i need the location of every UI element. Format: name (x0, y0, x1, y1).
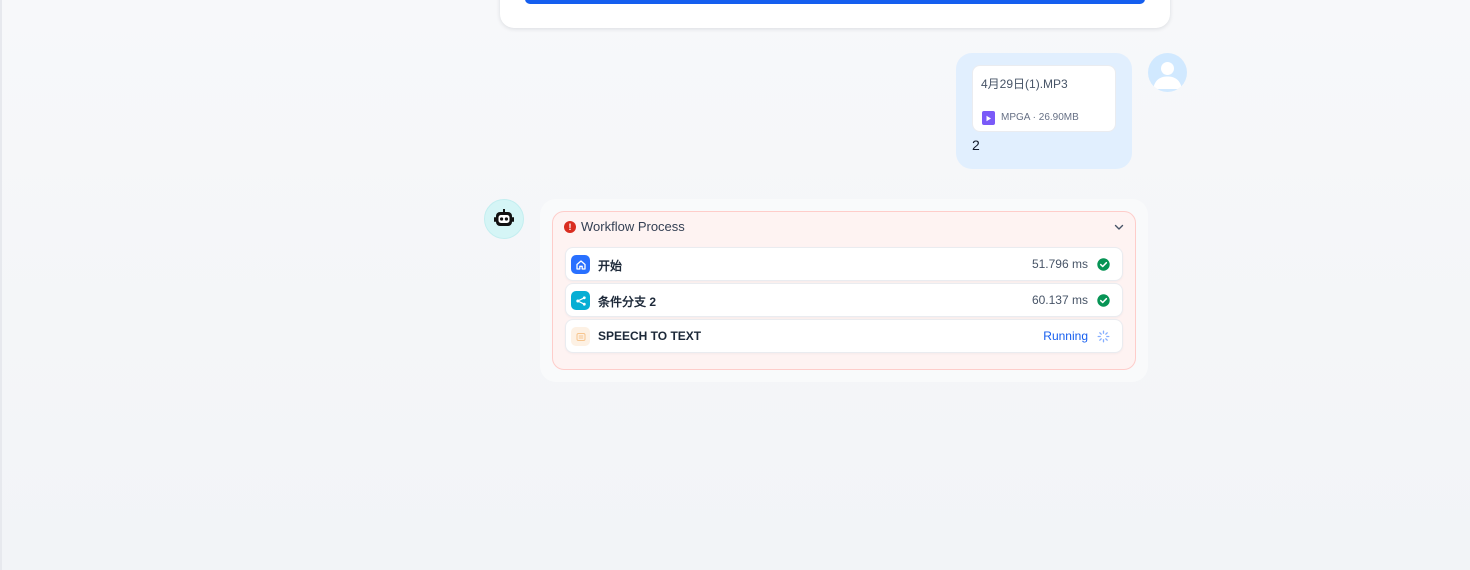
user-avatar (1148, 53, 1187, 92)
audio-file-icon (982, 111, 995, 125)
user-message-bubble: 4月29日(1).MP3 MPGA · 26.90MB 2 (956, 53, 1132, 169)
workflow-node-condition-branch[interactable]: 条件分支 2 60.137 ms (565, 283, 1123, 317)
file-meta: MPGA · 26.90MB (1001, 112, 1079, 123)
bot-message-card: ! Workflow Process 开始 51.796 ms 条件分支 2 6… (540, 199, 1148, 382)
error-icon: ! (564, 221, 576, 233)
bot-avatar (484, 199, 524, 239)
chevron-down-icon[interactable] (1113, 221, 1125, 233)
success-check-icon (1097, 258, 1110, 271)
workflow-header[interactable]: ! Workflow Process (553, 212, 1135, 242)
loading-spinner-icon (1097, 330, 1110, 343)
previous-answer-card (500, 0, 1170, 28)
branch-icon (571, 291, 590, 310)
robot-icon (494, 209, 514, 226)
success-check-icon (1097, 294, 1110, 307)
attached-file-card[interactable]: 4月29日(1).MP3 MPGA · 26.90MB (972, 65, 1116, 132)
node-title: 开始 (598, 259, 623, 273)
file-name: 4月29日(1).MP3 (981, 77, 1068, 91)
workflow-node-speech-to-text[interactable]: SPEECH TO TEXT Running (565, 319, 1123, 353)
workflow-process-panel: ! Workflow Process 开始 51.796 ms 条件分支 2 6… (552, 211, 1136, 370)
home-icon (571, 255, 590, 274)
user-message-text: 2 (972, 137, 980, 153)
workflow-node-start[interactable]: 开始 51.796 ms (565, 247, 1123, 281)
previous-answer-accent-bar (525, 0, 1145, 4)
workflow-title: Workflow Process (581, 219, 685, 234)
microphone-icon (571, 327, 590, 346)
node-elapsed-time: 51.796 ms (1031, 257, 1088, 271)
left-panel-edge (0, 0, 2, 570)
user-avatar-icon (1153, 62, 1182, 89)
node-title: 条件分支 2 (598, 295, 657, 309)
node-title: SPEECH TO TEXT (598, 329, 702, 343)
node-running-status: Running (1043, 329, 1088, 343)
node-elapsed-time: 60.137 ms (1031, 293, 1088, 307)
